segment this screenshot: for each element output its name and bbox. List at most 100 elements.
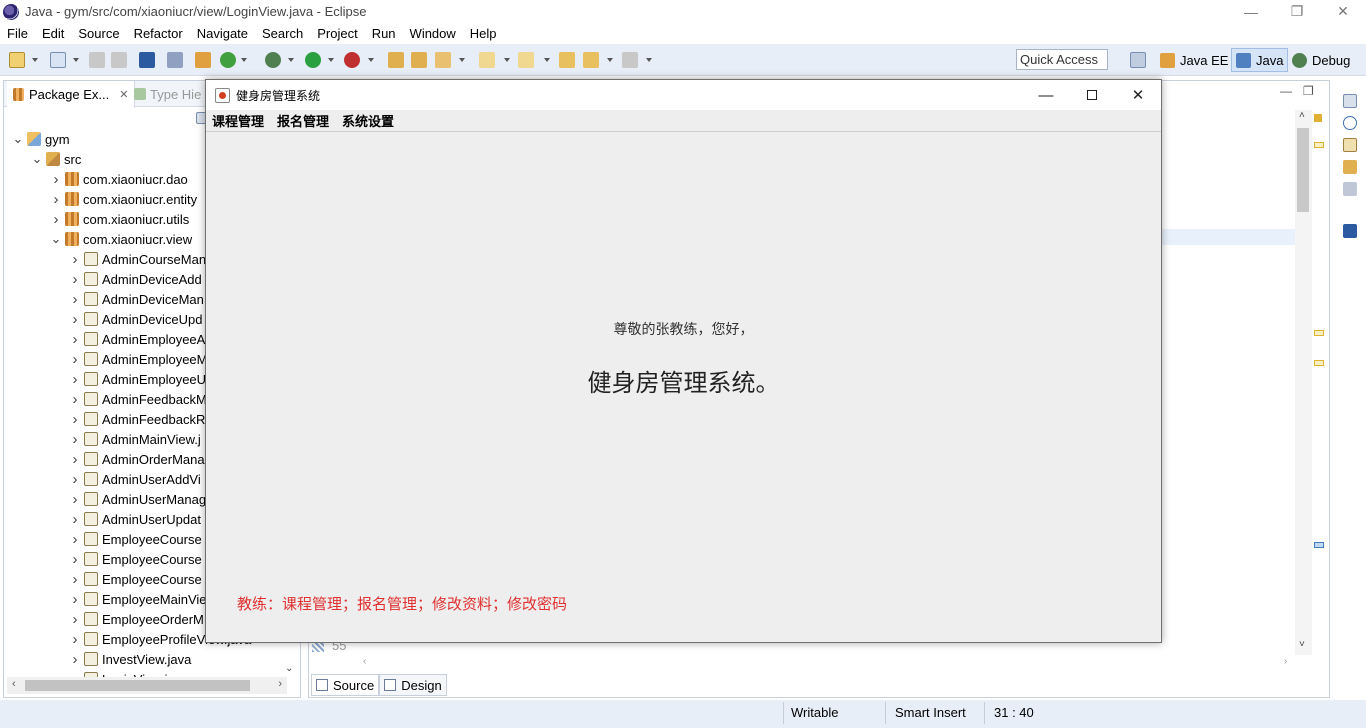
editor-scroll-right-icon[interactable]: › (1284, 656, 1287, 667)
console-icon[interactable] (139, 52, 155, 68)
new-project-icon[interactable] (50, 52, 66, 68)
search-dropdown-icon[interactable] (459, 58, 465, 62)
open-perspective-icon[interactable] (1130, 52, 1146, 68)
tree-item[interactable]: › AdminEmployeeU (68, 369, 207, 389)
hscroll-thumb[interactable] (25, 680, 250, 691)
menu-enrollment-management[interactable]: 报名管理 (271, 111, 336, 130)
maximize-editor-icon[interactable]: ❐ (1303, 84, 1314, 98)
expand-icon[interactable]: › (68, 551, 82, 568)
tree-item[interactable]: › EmployeeOrderM (68, 609, 204, 629)
open-type-icon[interactable] (388, 52, 404, 68)
tree-item[interactable]: › EmployeeCourse (68, 569, 202, 589)
expand-icon[interactable]: › (68, 591, 82, 608)
refresh-dropdown-icon[interactable] (241, 58, 247, 62)
quick-access-input[interactable]: Quick Access (1016, 49, 1108, 70)
back-icon[interactable] (583, 52, 599, 68)
scroll-down-icon[interactable]: ⌄ (285, 663, 293, 674)
restore-icon[interactable] (1343, 94, 1357, 108)
menu-system-settings[interactable]: 系统设置 (336, 111, 401, 130)
collapse-icon[interactable]: ⌄ (49, 231, 63, 247)
window-restore-button[interactable]: ❐ (1274, 0, 1320, 23)
scroll-right-icon[interactable]: › (278, 678, 282, 690)
expand-icon[interactable]: › (68, 371, 82, 388)
previous-annotation-icon[interactable] (518, 52, 534, 68)
expand-icon[interactable]: › (68, 471, 82, 488)
tree-item[interactable]: ⌄ com.xiaoniucr.view (49, 229, 193, 249)
editor-scroll-up-icon[interactable]: ˄ (1299, 110, 1305, 121)
search-tool-icon[interactable] (435, 52, 451, 68)
save-all-icon[interactable] (111, 52, 127, 68)
tab-package-explorer[interactable]: Package Ex... ✕ (7, 81, 136, 108)
menu-help[interactable]: Help (463, 26, 504, 41)
tab-design[interactable]: Design (379, 674, 447, 696)
expand-icon[interactable]: › (68, 511, 82, 528)
new-project-dropdown-icon[interactable] (73, 58, 79, 62)
properties-icon[interactable] (1343, 182, 1357, 196)
expand-icon[interactable]: › (49, 171, 63, 188)
tree-item[interactable]: › AdminEmployeeM (68, 349, 208, 369)
tree-item[interactable]: › AdminUserManag (68, 489, 207, 509)
tree-item[interactable]: › EmployeeMainVie (68, 589, 207, 609)
next-annotation-icon[interactable] (479, 52, 495, 68)
tree-item[interactable]: › AdminEmployeeA (68, 329, 206, 349)
tree-item[interactable]: › com.xiaoniucr.dao (49, 169, 188, 189)
menu-navigate[interactable]: Navigate (190, 26, 255, 41)
gym-close-button[interactable]: ✕ (1115, 80, 1161, 110)
perspective-java[interactable]: Java (1231, 48, 1289, 72)
refresh-icon[interactable] (220, 52, 236, 68)
expand-icon[interactable]: › (68, 351, 82, 368)
tree-item[interactable]: › com.xiaoniucr.utils (49, 209, 190, 229)
expand-icon[interactable]: › (49, 211, 63, 228)
menu-course-management[interactable]: 课程管理 (206, 111, 271, 130)
run-dropdown-icon[interactable] (328, 58, 334, 62)
problems-icon[interactable] (1343, 160, 1357, 174)
javadoc-icon[interactable] (1343, 116, 1357, 130)
expand-icon[interactable]: › (68, 451, 82, 468)
console-view-icon[interactable] (1343, 224, 1357, 238)
minimize-editor-icon[interactable]: — (1280, 84, 1292, 98)
debug-dropdown-icon[interactable] (288, 58, 294, 62)
tree-item[interactable]: › AdminMainView.j (68, 429, 201, 449)
previous-annotation-dropdown-icon[interactable] (544, 58, 550, 62)
forward-dropdown-icon[interactable] (646, 58, 652, 62)
declaration-icon[interactable] (1343, 138, 1357, 152)
scroll-left-icon[interactable]: ‹ (12, 678, 16, 690)
menu-source[interactable]: Source (71, 26, 126, 41)
run-icon[interactable] (305, 52, 321, 68)
tree-item[interactable]: › AdminDeviceMan (68, 289, 204, 309)
expand-icon[interactable]: › (68, 411, 82, 428)
menu-edit[interactable]: Edit (35, 26, 71, 41)
tree-item[interactable]: › EmployeeCourse (68, 529, 202, 549)
window-minimize-button[interactable]: — (1228, 0, 1274, 23)
external-tools-icon[interactable] (344, 52, 360, 68)
package-explorer-hscrollbar[interactable]: ‹ › (7, 677, 287, 694)
gym-maximize-button[interactable] (1069, 80, 1115, 110)
skip-breakpoints-icon[interactable] (167, 52, 183, 68)
expand-icon[interactable]: › (68, 311, 82, 328)
expand-icon[interactable]: › (68, 611, 82, 628)
back-dropdown-icon[interactable] (607, 58, 613, 62)
expand-icon[interactable]: › (68, 331, 82, 348)
editor-scroll-left-icon[interactable]: ‹ (363, 656, 366, 667)
build-icon[interactable] (195, 52, 211, 68)
tab-type-hierarchy[interactable]: Type Hie (132, 81, 201, 107)
menu-search[interactable]: Search (255, 26, 310, 41)
tree-item[interactable]: › AdminFeedbackR (68, 409, 206, 429)
tree-item[interactable]: › AdminOrderMana (68, 449, 205, 469)
tree-item[interactable]: ⌄ src (30, 149, 82, 169)
menu-window[interactable]: Window (403, 26, 463, 41)
tree-item[interactable]: › AdminUserUpdat (68, 509, 202, 529)
overview-marker[interactable] (1314, 142, 1324, 148)
expand-icon[interactable]: › (49, 191, 63, 208)
tree-item[interactable]: › AdminDeviceAdd (68, 269, 202, 289)
expand-icon[interactable]: › (68, 571, 82, 588)
debug-icon[interactable] (265, 52, 281, 68)
overview-marker[interactable] (1314, 330, 1324, 336)
menu-run[interactable]: Run (365, 26, 403, 41)
tab-source[interactable]: Source (311, 674, 380, 696)
forward-icon[interactable] (622, 52, 638, 68)
expand-icon[interactable]: › (68, 491, 82, 508)
new-icon[interactable] (9, 52, 25, 68)
open-resource-icon[interactable] (411, 52, 427, 68)
tree-item[interactable]: › InvestView.java (68, 649, 192, 669)
